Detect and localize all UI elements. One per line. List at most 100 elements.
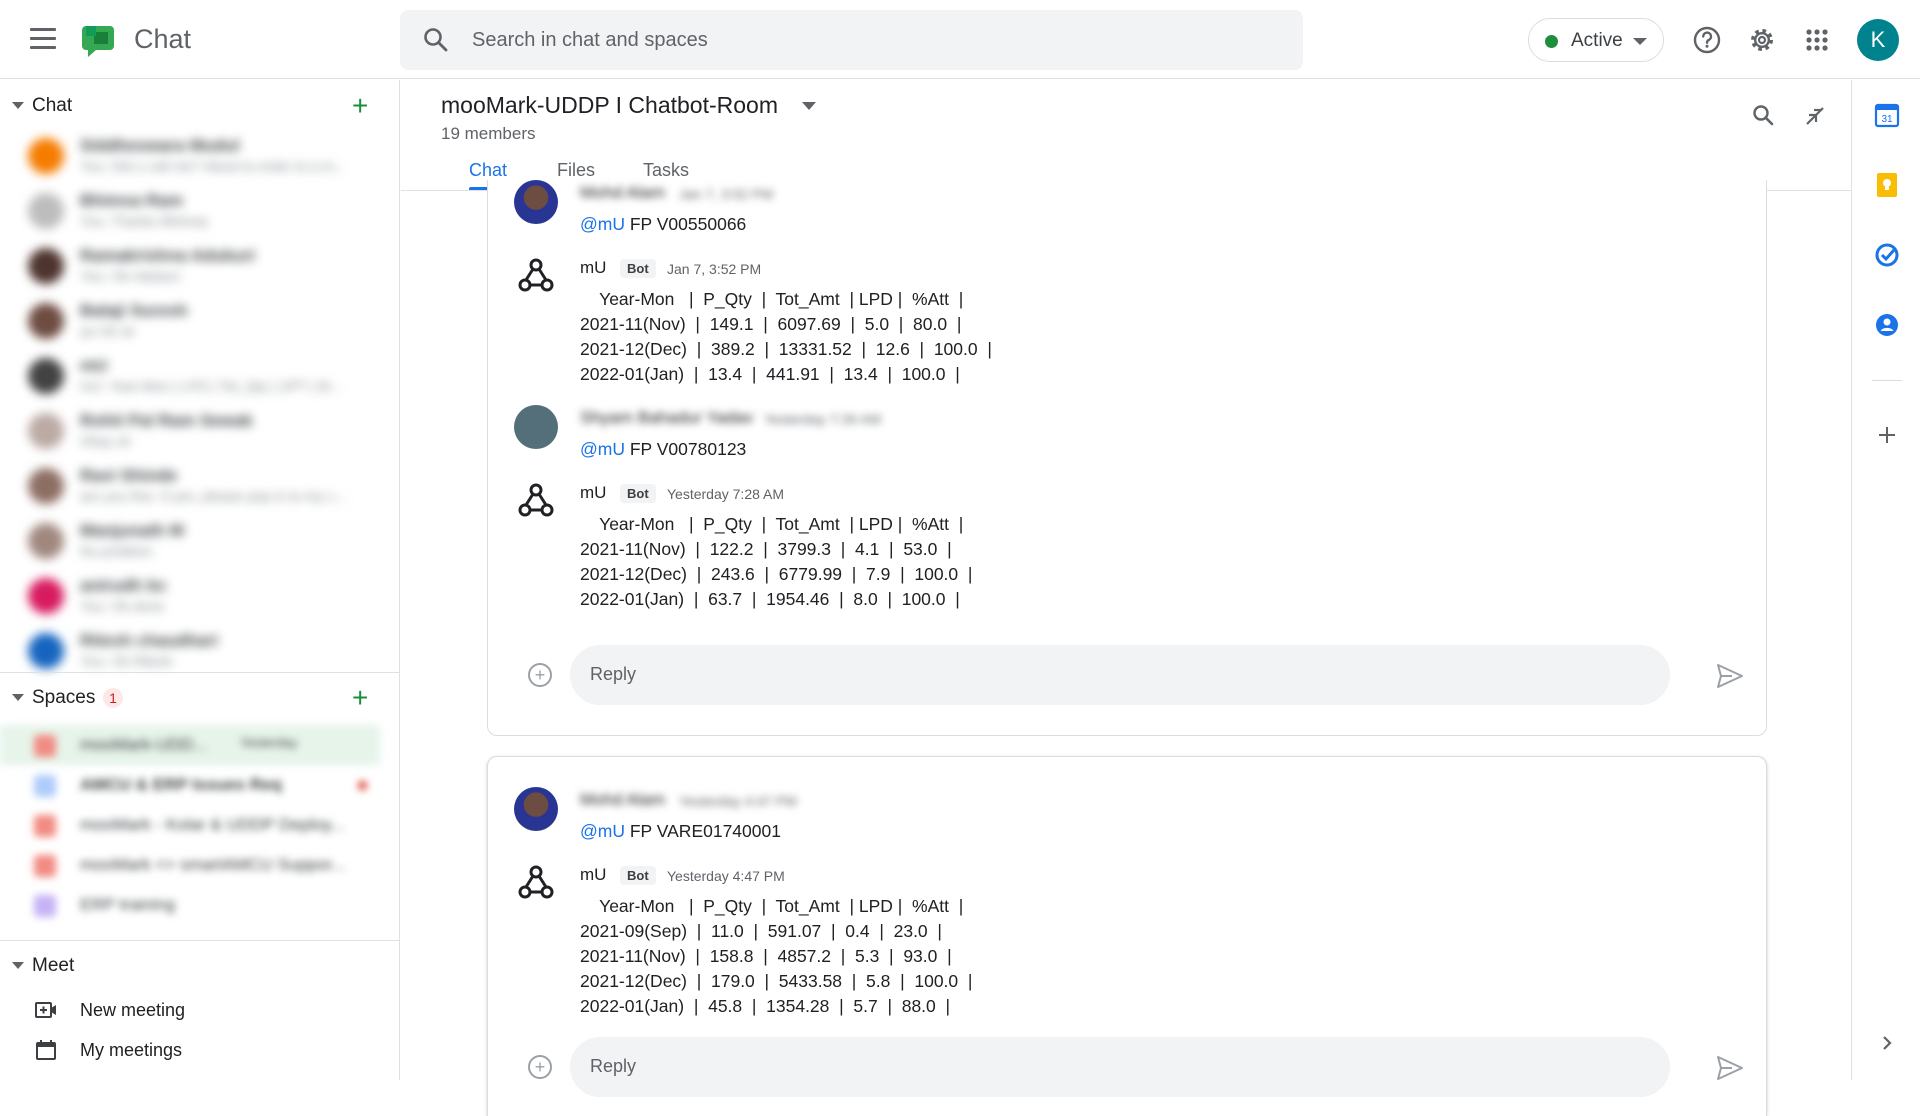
webhook-icon bbox=[518, 865, 554, 899]
contacts-icon[interactable] bbox=[1874, 312, 1900, 338]
message-time: Yesterday 4:47 PM bbox=[679, 793, 797, 809]
message-time: Yesterday 4:47 PM bbox=[667, 868, 785, 884]
account-avatar[interactable]: K bbox=[1857, 19, 1899, 61]
sender-name: Shyam Bahadur Yadav bbox=[580, 408, 754, 427]
reply-placeholder: Reply bbox=[590, 1056, 637, 1076]
message-text: @mU FP VARE01740001 bbox=[580, 821, 781, 841]
tab-tasks[interactable]: Tasks bbox=[643, 160, 689, 181]
message-thread: Mohd Alam Jan 7, 3:52 PM @mU FP V0055006… bbox=[487, 180, 1767, 736]
webhook-icon bbox=[518, 258, 554, 292]
list-item[interactable]: mooMark-UDD... Yesterday bbox=[0, 725, 380, 765]
my-meetings-item[interactable]: My meetings bbox=[0, 1030, 399, 1070]
tab-files[interactable]: Files bbox=[557, 160, 595, 181]
list-item[interactable]: Balaji Suresh ya Ok sir bbox=[0, 295, 370, 350]
new-meeting-item[interactable]: New meeting bbox=[0, 990, 399, 1030]
add-icon[interactable] bbox=[1874, 422, 1900, 448]
reply-row: + Reply bbox=[488, 1037, 1768, 1097]
collapse-triangle-icon bbox=[12, 694, 24, 701]
new-space-plus-icon[interactable]: + bbox=[352, 684, 368, 712]
chevron-down-icon bbox=[1633, 38, 1647, 45]
meet-section-label: Meet bbox=[32, 955, 75, 976]
mention-link[interactable]: @mU bbox=[580, 821, 625, 841]
table-row: Year-Mon | P_Qty | Tot_Amt | LPD | %Att … bbox=[580, 896, 964, 916]
list-item[interactable]: mooMark - Kolar & UDDP Deploy... bbox=[0, 805, 380, 845]
avatar[interactable] bbox=[514, 180, 558, 224]
reply-placeholder: Reply bbox=[590, 664, 637, 684]
search-icon bbox=[424, 28, 448, 52]
page-title[interactable]: mooMark-UDDP I Chatbot-Room bbox=[441, 92, 778, 119]
reply-input[interactable]: Reply bbox=[570, 645, 1670, 705]
avatar[interactable] bbox=[514, 405, 558, 449]
help-icon[interactable] bbox=[1691, 24, 1723, 56]
sender-name: mU bbox=[580, 483, 607, 502]
mention-link[interactable]: @mU bbox=[580, 439, 625, 459]
chevron-down-icon[interactable] bbox=[802, 102, 816, 110]
conversation-pane: mooMark-UDDP I Chatbot-Room 19 members C… bbox=[401, 80, 1851, 1116]
chat-section-label: Chat bbox=[32, 95, 73, 116]
collapse-triangle-icon bbox=[12, 962, 24, 969]
calendar-icon[interactable]: 31 bbox=[1874, 102, 1900, 128]
video-add-icon bbox=[35, 1002, 56, 1018]
collapse-icon[interactable] bbox=[1801, 102, 1829, 130]
list-item[interactable]: AMCU & ERP Issues Req bbox=[0, 765, 380, 805]
direct-message-list: Siddheswara Mudul You: Did u call me? Abo… bbox=[0, 130, 370, 680]
member-count[interactable]: 19 members bbox=[441, 124, 535, 144]
list-item[interactable]: ERP training bbox=[0, 885, 380, 925]
list-item[interactable]: mooMark <> smartAMCU Suppor... bbox=[0, 845, 380, 885]
meet-section-header[interactable]: Meet bbox=[0, 948, 399, 984]
add-attachment-icon[interactable]: + bbox=[528, 663, 552, 687]
mention-link[interactable]: @mU bbox=[580, 214, 625, 234]
apps-grid-icon[interactable] bbox=[1801, 24, 1833, 56]
chevron-right-icon[interactable] bbox=[1874, 1030, 1900, 1056]
table-row: 2022-01(Jan) | 13.4 | 441.91 | 13.4 | 10… bbox=[580, 364, 960, 384]
tab-chat[interactable]: Chat bbox=[469, 160, 507, 181]
table-row: Year-Mon | P_Qty | Tot_Amt | LPD | %Att … bbox=[580, 289, 964, 309]
message-time: Yesterday 7:28 AM bbox=[667, 486, 785, 502]
search-bar[interactable]: Search in chat and spaces bbox=[400, 10, 1303, 70]
add-attachment-icon[interactable]: + bbox=[528, 1055, 552, 1079]
list-item[interactable]: mU mU: Year-Mon | LPD | Tot_Qty | UPT | M… bbox=[0, 350, 370, 405]
settings-gear-icon[interactable] bbox=[1746, 24, 1778, 56]
send-icon[interactable] bbox=[1716, 663, 1744, 689]
divider bbox=[1872, 380, 1902, 381]
list-item[interactable]: Ramakrishna Adukuri You: Ok Adukuri bbox=[0, 240, 370, 295]
table-row: 2021-12(Dec) | 243.6 | 6779.99 | 7.9 | 1… bbox=[580, 564, 973, 584]
unread-count-badge: 1 bbox=[103, 688, 123, 708]
reply-input[interactable]: Reply bbox=[570, 1037, 1670, 1097]
app-title: Chat bbox=[134, 24, 192, 54]
calendar-icon bbox=[36, 1040, 56, 1060]
new-chat-plus-icon[interactable]: + bbox=[352, 92, 368, 120]
list-item[interactable]: Manjunath M No problem bbox=[0, 515, 370, 570]
chat-section-header[interactable]: Chat + bbox=[0, 88, 399, 124]
table-row: 2021-11(Nov) | 149.1 | 6097.69 | 5.0 | 8… bbox=[580, 314, 962, 334]
tasks-icon[interactable] bbox=[1874, 242, 1900, 268]
table-row: 2021-12(Dec) | 179.0 | 5433.58 | 5.8 | 1… bbox=[580, 971, 973, 991]
status-dot bbox=[1545, 35, 1558, 48]
top-bar: Chat Search in chat and spaces Active K bbox=[0, 0, 1920, 79]
keep-icon[interactable] bbox=[1874, 172, 1900, 198]
list-item[interactable]: anirudh bc You: Ok done bbox=[0, 570, 370, 625]
spaces-section-label: Spaces bbox=[32, 687, 96, 708]
send-icon[interactable] bbox=[1716, 1055, 1744, 1081]
spaces-list: mooMark-UDD... Yesterday AMCU & ERP Issue… bbox=[0, 725, 380, 925]
list-item[interactable]: Rohit Pal Ram Sewak Okay sir bbox=[0, 405, 370, 460]
chat-logo-icon bbox=[82, 26, 114, 57]
avatar[interactable] bbox=[514, 787, 558, 831]
search-icon[interactable] bbox=[1750, 102, 1778, 130]
list-item[interactable]: Ravi Shinde are you fine. If yes, please … bbox=[0, 460, 370, 515]
main-menu-icon[interactable] bbox=[30, 28, 56, 50]
new-meeting-label: New meeting bbox=[80, 1000, 186, 1020]
list-item[interactable]: Siddheswara Mudul You: Did u call me? Abo… bbox=[0, 130, 370, 185]
my-meetings-label: My meetings bbox=[80, 1040, 183, 1060]
table-row: 2022-01(Jan) | 63.7 | 1954.46 | 8.0 | 10… bbox=[580, 589, 960, 609]
spaces-section-header[interactable]: Spaces 1 + bbox=[0, 680, 399, 716]
search-input[interactable]: Search in chat and spaces bbox=[472, 29, 708, 52]
side-apps-rail: 31 bbox=[1851, 80, 1920, 1080]
status-selector[interactable]: Active bbox=[1528, 18, 1664, 62]
table-row: Year-Mon | P_Qty | Tot_Amt | LPD | %Att … bbox=[580, 514, 964, 534]
svg-text:31: 31 bbox=[1881, 114, 1893, 125]
sender-name: Mohd Alam bbox=[580, 790, 666, 809]
bot-badge: Bot bbox=[620, 866, 656, 885]
collapse-triangle-icon bbox=[12, 102, 24, 109]
list-item[interactable]: Bhimsa Ram You: Thanks Bhimsa bbox=[0, 185, 370, 240]
